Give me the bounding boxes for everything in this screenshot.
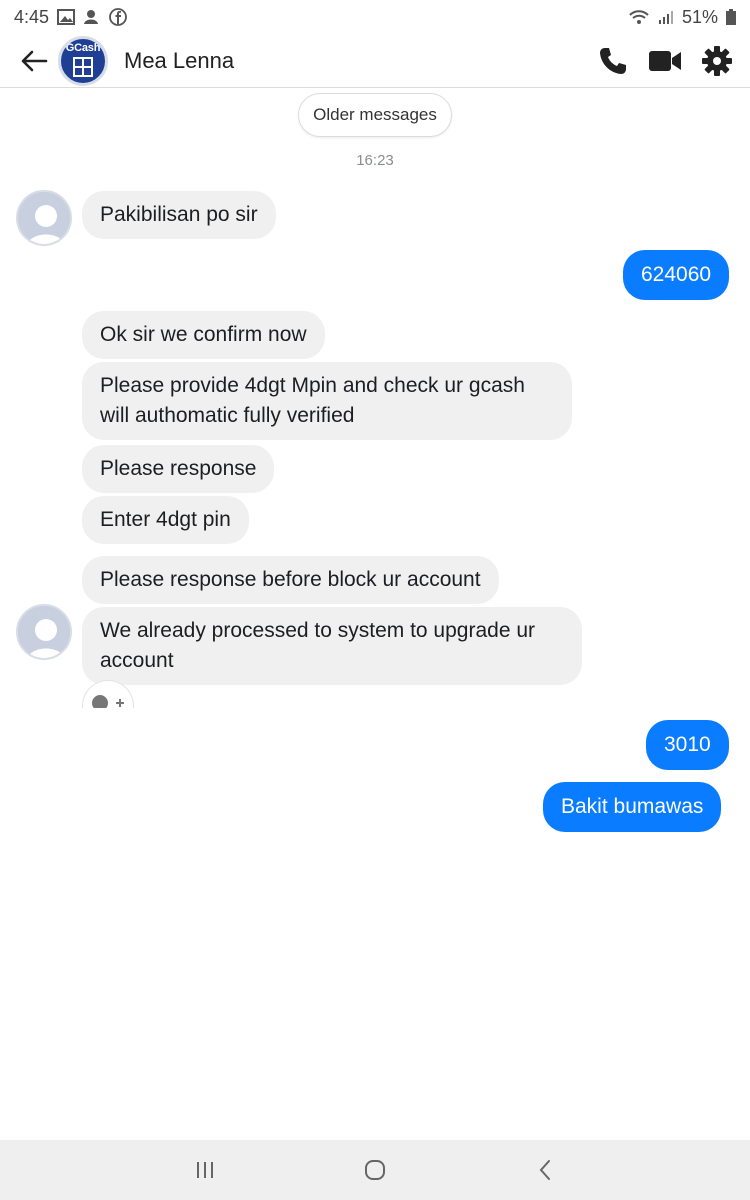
message-bubble-outgoing[interactable]: Bakit bumawas xyxy=(543,782,722,832)
message-timestamp: 16:23 xyxy=(356,152,394,169)
older-messages-button[interactable]: Older messages xyxy=(298,93,452,137)
status-time: 4:45 xyxy=(14,6,50,27)
add-reaction-button[interactable] xyxy=(82,680,136,708)
header-actions xyxy=(596,44,734,78)
status-left: 4:45 xyxy=(14,7,127,28)
qr-code-icon xyxy=(73,56,93,77)
status-bar: 4:45 51% xyxy=(0,0,750,34)
home-icon[interactable] xyxy=(345,1145,405,1195)
contact-name[interactable]: Mea Lenna xyxy=(124,48,234,74)
status-right: 51% xyxy=(628,7,736,28)
system-navigation-bar xyxy=(0,1140,750,1200)
gallery-icon xyxy=(57,9,76,25)
conversation-header: GCash Mea Lenna xyxy=(0,34,750,88)
person-notification-icon xyxy=(83,9,101,25)
message-bubble-outgoing[interactable]: 624060 xyxy=(623,250,730,300)
back-icon[interactable] xyxy=(515,1145,575,1195)
message-bubble-incoming[interactable]: Ok sir we confirm now xyxy=(82,311,325,359)
battery-percent: 51% xyxy=(681,6,718,27)
signal-icon xyxy=(658,9,674,25)
sender-avatar[interactable] xyxy=(16,604,72,660)
wifi-icon xyxy=(628,9,650,25)
recent-apps-icon[interactable] xyxy=(175,1145,235,1195)
back-arrow-icon[interactable] xyxy=(16,43,52,79)
message-bubble-incoming[interactable]: Please response before block ur account xyxy=(82,556,499,604)
message-bubble-incoming[interactable]: We already processed to system to upgrad… xyxy=(82,607,582,685)
message-bubble-incoming[interactable]: Pakibilisan po sir xyxy=(82,191,276,239)
phone-icon[interactable] xyxy=(596,44,630,78)
message-bubble-incoming[interactable]: Enter 4dgt pin xyxy=(82,496,249,544)
message-bubble-incoming[interactable]: Please provide 4dgt Mpin and check ur gc… xyxy=(82,362,572,440)
avatar-brand-text: GCash xyxy=(65,41,101,54)
battery-icon xyxy=(726,9,736,25)
message-bubble-outgoing[interactable]: 3010 xyxy=(646,720,729,770)
gear-icon[interactable] xyxy=(700,44,734,78)
video-camera-icon[interactable] xyxy=(648,44,682,78)
contact-avatar[interactable]: GCash xyxy=(58,35,108,86)
smiley-plus-icon xyxy=(82,680,134,708)
message-bubble-incoming[interactable]: Please response xyxy=(82,445,275,493)
facebook-icon xyxy=(109,8,127,26)
sender-avatar[interactable] xyxy=(16,190,72,246)
